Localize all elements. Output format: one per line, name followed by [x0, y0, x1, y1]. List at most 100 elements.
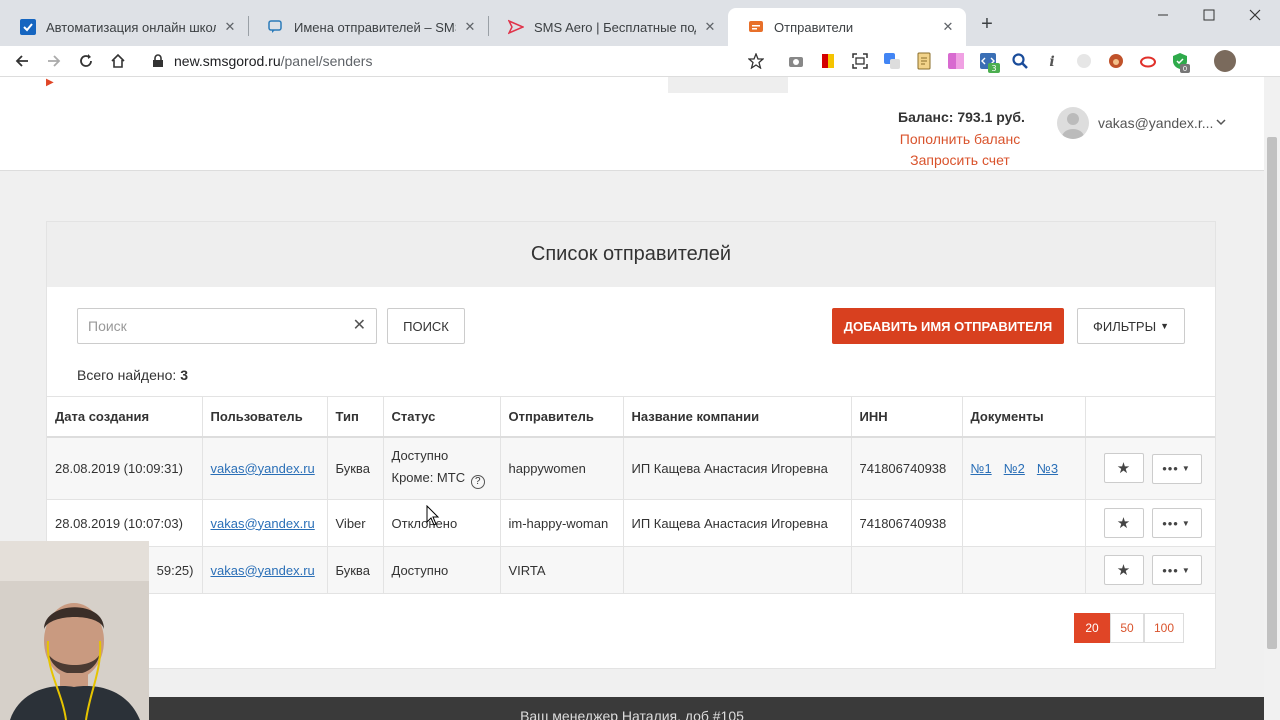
more-actions-button[interactable]: ••• ▼	[1151, 555, 1202, 586]
url-path: /panel/senders	[280, 53, 373, 69]
fox-extension-icon[interactable]	[1107, 52, 1125, 70]
col-sender[interactable]: Отправитель	[500, 396, 624, 438]
close-icon[interactable]: ✕	[222, 19, 238, 35]
paper-plane-favicon-icon	[508, 19, 524, 35]
chevron-down-icon[interactable]	[1216, 117, 1226, 130]
page-size-50[interactable]: 50	[1110, 613, 1144, 643]
clear-search-icon[interactable]: ✕	[353, 318, 366, 334]
back-icon[interactable]	[10, 49, 34, 73]
svg-text:0: 0	[1183, 65, 1187, 73]
circle-extension-icon[interactable]	[1075, 52, 1093, 70]
search-button[interactable]: ПОИСК	[387, 308, 465, 344]
tab-title: Имена отправителей – SMS-це	[294, 19, 456, 35]
reload-icon[interactable]	[74, 49, 98, 73]
user-avatar[interactable]	[1057, 107, 1089, 139]
doc-link-3[interactable]: №3	[1037, 461, 1058, 476]
browser-tab-3[interactable]: SMS Aero | Бесплатные подписи ✕	[488, 8, 728, 46]
col-docs[interactable]: Документы	[962, 396, 1086, 438]
minimize-icon[interactable]	[1140, 0, 1186, 30]
cell-status: Отклонено	[383, 499, 501, 547]
user-email[interactable]: vakas@yandex.r...	[1098, 115, 1213, 131]
more-actions-button[interactable]: ••• ▼	[1151, 453, 1202, 484]
svg-text:3: 3	[991, 64, 996, 73]
table-row: 28.08.2019 (10:09:31) vakas@yandex.ru Бу…	[47, 436, 1215, 500]
url-host: new.smsgorod.ru	[174, 53, 281, 69]
gradient-extension-icon[interactable]	[947, 52, 965, 70]
user-link[interactable]: vakas@yandex.ru	[211, 461, 315, 476]
logo-fragment-icon: ▶	[46, 77, 54, 88]
flag-extension-icon[interactable]	[819, 52, 837, 70]
document-extension-icon[interactable]	[915, 52, 933, 70]
cell-date: 28.08.2019 (10:09:31)	[47, 436, 203, 500]
home-icon[interactable]	[106, 49, 130, 73]
search-field[interactable]: ✕	[77, 308, 377, 344]
favorite-star-button[interactable]: ★	[1103, 554, 1144, 585]
svg-text:i: i	[1049, 54, 1054, 70]
col-type[interactable]: Тип	[327, 396, 384, 438]
col-inn[interactable]: ИНН	[851, 396, 963, 438]
col-status[interactable]: Статус	[383, 396, 501, 438]
browser-tab-2[interactable]: Имена отправителей – SMS-це ✕	[248, 8, 488, 46]
scrollbar-thumb[interactable]	[1267, 137, 1277, 649]
page-scrollbar[interactable]	[1264, 77, 1280, 720]
search-input[interactable]	[88, 318, 338, 334]
cell-docs	[962, 499, 1086, 547]
close-window-icon[interactable]	[1232, 0, 1278, 30]
balance-text: Баланс: 793.1 руб.	[898, 109, 1025, 125]
profile-avatar-icon[interactable]	[1214, 50, 1236, 72]
bookmark-star-icon[interactable]	[744, 49, 768, 73]
camera-extension-icon[interactable]	[787, 52, 805, 70]
page-size-pager: 20 50 100	[1074, 613, 1184, 643]
doc-link-1[interactable]: №1	[971, 461, 992, 476]
translate-extension-icon[interactable]	[883, 52, 901, 70]
invoice-link[interactable]: Запросить счет	[898, 152, 1022, 168]
favorite-star-button[interactable]: ★	[1103, 507, 1144, 538]
filters-button[interactable]: ФИЛЬТРЫ ▼	[1077, 308, 1185, 344]
help-icon[interactable]: ?	[470, 474, 485, 489]
maximize-icon[interactable]	[1186, 0, 1232, 30]
cell-inn: 741806740938	[851, 436, 963, 500]
total-label: Всего найдено:	[77, 367, 177, 383]
browser-tab-1[interactable]: Автоматизация онлайн школ ✕	[0, 8, 248, 46]
cell-status: Доступно Кроме: МТС ?	[383, 436, 501, 500]
browser-tab-strip: Автоматизация онлайн школ ✕ Имена отправ…	[0, 0, 1280, 46]
new-tab-icon[interactable]: +	[976, 14, 998, 36]
cell-docs	[962, 546, 1086, 594]
tab-title: Отправители	[774, 19, 854, 35]
site-footer: Ваш менеджер Наталия, доб #105	[0, 697, 1264, 720]
info-extension-icon[interactable]: i	[1043, 52, 1061, 70]
col-date[interactable]: Дата создания	[47, 396, 203, 438]
page-size-100[interactable]: 100	[1144, 613, 1184, 643]
cloud-extension-icon[interactable]	[1139, 52, 1157, 70]
close-icon[interactable]: ✕	[462, 19, 478, 35]
cell-user: vakas@yandex.ru	[202, 436, 328, 500]
close-icon[interactable]: ✕	[940, 19, 956, 35]
user-link[interactable]: vakas@yandex.ru	[211, 563, 315, 578]
screenshot-extension-icon[interactable]	[851, 52, 869, 70]
search-extension-icon[interactable]	[1011, 52, 1029, 70]
cell-user: vakas@yandex.ru	[202, 499, 328, 547]
shield-extension-icon[interactable]: 0	[1171, 52, 1190, 73]
page-size-20[interactable]: 20	[1074, 613, 1110, 643]
favorite-star-button[interactable]: ★	[1103, 453, 1144, 483]
total-found: Всего найдено: 3	[77, 367, 188, 383]
forward-icon[interactable]	[42, 49, 66, 73]
cell-docs: №1 №2 №3	[962, 436, 1086, 500]
close-icon[interactable]: ✕	[702, 19, 718, 35]
browser-tab-4[interactable]: Отправители ✕	[728, 8, 966, 46]
code-extension-icon[interactable]: 3	[979, 52, 1000, 73]
col-company[interactable]: Название компании	[623, 396, 852, 438]
doc-link-2[interactable]: №2	[1004, 461, 1025, 476]
message-favicon-icon	[748, 19, 764, 35]
total-count: 3	[180, 367, 188, 383]
cell-actions: ★ ••• ▼	[1085, 436, 1215, 500]
topup-link[interactable]: Пополнить баланс	[898, 131, 1022, 147]
col-user[interactable]: Пользователь	[202, 396, 328, 438]
col-actions	[1085, 396, 1215, 438]
lock-icon	[152, 54, 164, 68]
cell-sender: happywomen	[500, 436, 624, 500]
add-sender-button[interactable]: ДОБАВИТЬ ИМЯ ОТПРАВИТЕЛЯ	[832, 308, 1064, 344]
user-link[interactable]: vakas@yandex.ru	[211, 516, 315, 531]
address-bar[interactable]: new.smsgorod.ru/panel/senders	[142, 47, 772, 75]
more-actions-button[interactable]: ••• ▼	[1151, 508, 1202, 539]
